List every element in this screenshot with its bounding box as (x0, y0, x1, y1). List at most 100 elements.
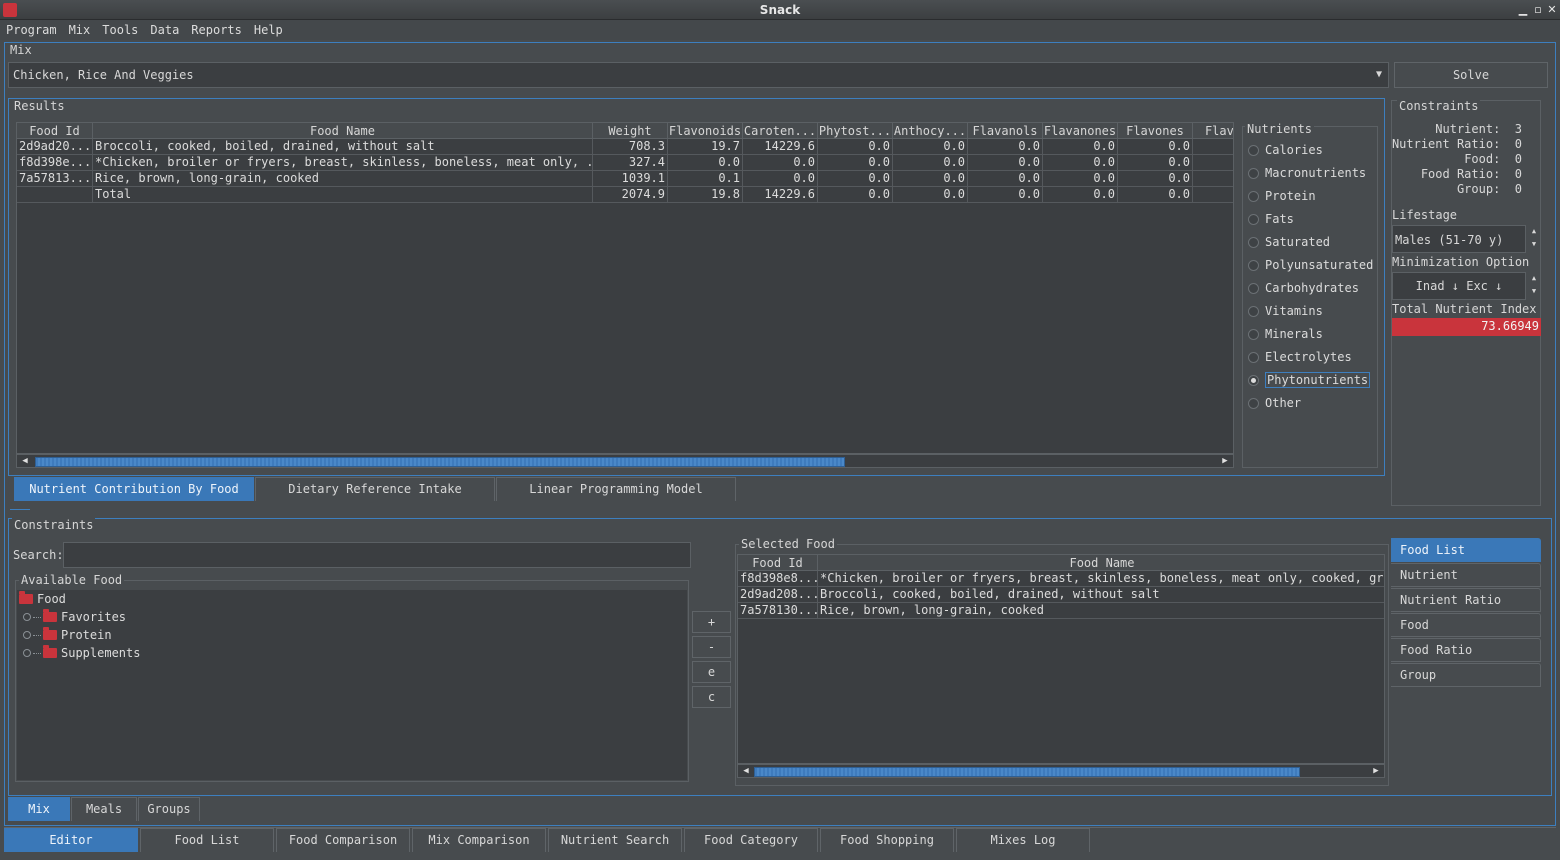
tab-food-comparison[interactable]: Food Comparison (276, 828, 410, 852)
col-flavonols[interactable]: Flavo (1193, 123, 1233, 138)
table-row[interactable]: 2d9ad208... Broccoli, cooked, boiled, dr… (738, 587, 1384, 603)
spin-down-icon[interactable]: ▼ (1527, 238, 1541, 251)
scroll-left-icon[interactable]: ◀ (740, 765, 752, 777)
table-row[interactable]: 7a578130... Rice, brown, long-grain, coo… (738, 603, 1384, 619)
col-phytosterols[interactable]: Phytost... (818, 123, 893, 138)
scroll-thumb[interactable] (754, 767, 1300, 777)
col-food-id[interactable]: Food Id (17, 123, 93, 138)
col-flavanols[interactable]: Flavanols (968, 123, 1043, 138)
spin-up-icon[interactable]: ▲ (1527, 225, 1541, 238)
radio-polyunsaturated[interactable]: Polyunsaturated (1248, 256, 1378, 274)
minimization-select[interactable]: Inad ↓ Exc ↓ (1392, 272, 1526, 300)
col-carotenoids[interactable]: Caroten... (743, 123, 818, 138)
tab-meals[interactable]: Meals (71, 797, 137, 821)
tab-mixes-log[interactable]: Mixes Log (956, 828, 1090, 852)
constraints-label: Constraints (12, 518, 96, 532)
expand-icon[interactable] (23, 613, 31, 621)
table-row-total[interactable]: Total 2074.9 19.8 14229.6 0.0 0.0 0.0 0.… (17, 187, 1233, 203)
tab-mix-comparison[interactable]: Mix Comparison (412, 828, 546, 852)
radio-saturated[interactable]: Saturated (1248, 233, 1378, 251)
tab-groups[interactable]: Groups (138, 797, 200, 821)
radio-electrolytes[interactable]: Electrolytes (1248, 348, 1378, 366)
search-input[interactable] (63, 542, 691, 568)
edit-food-button[interactable]: e (692, 661, 731, 683)
expand-icon[interactable] (23, 649, 31, 657)
vtab-group[interactable]: Group (1391, 663, 1541, 687)
menu-tools[interactable]: Tools (96, 20, 144, 37)
mix-select[interactable]: Chicken, Rice And Veggies ▼ (8, 62, 1389, 88)
tab-food-category[interactable]: Food Category (684, 828, 818, 852)
scroll-thumb[interactable] (35, 457, 845, 467)
results-hscrollbar[interactable]: ◀ ▶ (16, 454, 1234, 468)
window-title: Snack (759, 3, 801, 17)
col-weight[interactable]: Weight (593, 123, 668, 138)
radio-carbohydrates[interactable]: Carbohydrates (1248, 279, 1378, 297)
expand-icon[interactable] (23, 631, 31, 639)
tab-linear-programming-model[interactable]: Linear Programming Model (496, 477, 736, 501)
tree-node-favorites[interactable]: Favorites (23, 608, 126, 626)
scroll-right-icon[interactable]: ▶ (1219, 455, 1231, 467)
menu-program[interactable]: Program (0, 20, 63, 37)
table-row[interactable]: 2d9ad20... Broccoli, cooked, boiled, dra… (17, 139, 1233, 155)
menu-data[interactable]: Data (144, 20, 185, 37)
summary-food-ratio: Food Ratio: 0 (1420, 167, 1522, 181)
col-food-name[interactable]: Food Name (818, 555, 1384, 570)
col-flavanones[interactable]: Flavanones (1043, 123, 1118, 138)
spin-up-icon[interactable]: ▲ (1527, 272, 1541, 285)
col-flavonoids[interactable]: Flavonoids (668, 123, 743, 138)
folder-icon (19, 591, 33, 604)
menu-help[interactable]: Help (248, 20, 289, 37)
close-icon[interactable]: ✕ (1545, 3, 1559, 17)
lifestage-spinner[interactable]: ▲ ▼ (1527, 225, 1541, 253)
tree-node-supplements[interactable]: Supplements (23, 644, 140, 662)
radio-macronutrients[interactable]: Macronutrients (1248, 164, 1378, 182)
radio-minerals[interactable]: Minerals (1248, 325, 1378, 343)
vtab-nutrient[interactable]: Nutrient (1391, 563, 1541, 587)
search-label: Search: (13, 548, 64, 562)
vtab-nutrient-ratio[interactable]: Nutrient Ratio (1391, 588, 1541, 612)
clear-food-button[interactable]: c (692, 686, 731, 708)
spin-down-icon[interactable]: ▼ (1527, 285, 1541, 298)
add-food-button[interactable]: + (692, 611, 731, 633)
col-food-id[interactable]: Food Id (738, 555, 818, 570)
minimize-icon[interactable]: ▁ (1516, 3, 1530, 17)
radio-protein[interactable]: Protein (1248, 187, 1378, 205)
radio-calories[interactable]: Calories (1248, 141, 1378, 159)
table-row[interactable]: 7a57813... Rice, brown, long-grain, cook… (17, 171, 1233, 187)
tree-node-food[interactable]: Food (19, 590, 66, 608)
tab-nutrient-contribution[interactable]: Nutrient Contribution By Food (14, 477, 254, 501)
solve-button[interactable]: Solve (1394, 62, 1548, 88)
radio-phytonutrients[interactable]: Phytonutrients (1248, 371, 1378, 389)
scroll-left-icon[interactable]: ◀ (19, 455, 31, 467)
selected-food-hscrollbar[interactable]: ◀ ▶ (737, 764, 1385, 778)
col-anthocyanidins[interactable]: Anthocy... (893, 123, 968, 138)
remove-food-button[interactable]: - (692, 636, 731, 658)
lifestage-select[interactable]: Males (51-70 y) (1392, 225, 1526, 253)
tab-mix[interactable]: Mix (8, 797, 70, 821)
tab-food-shopping[interactable]: Food Shopping (820, 828, 954, 852)
tree-node-protein[interactable]: Protein (23, 626, 112, 644)
table-row[interactable]: f8d398e8... *Chicken, broiler or fryers,… (738, 571, 1384, 587)
vtab-food-ratio[interactable]: Food Ratio (1391, 638, 1541, 662)
maximize-icon[interactable]: ▫ (1531, 3, 1545, 17)
vtab-food[interactable]: Food (1391, 613, 1541, 637)
radio-fats[interactable]: Fats (1248, 210, 1378, 228)
constraints-summary: Nutrient: 3 Nutrient Ratio: 0 Food: 0 Fo… (1392, 122, 1532, 202)
tab-editor[interactable]: Editor (4, 828, 138, 852)
table-row[interactable]: f8d398e... *Chicken, broiler or fryers, … (17, 155, 1233, 171)
col-flavones[interactable]: Flavones (1118, 123, 1193, 138)
radio-vitamins[interactable]: Vitamins (1248, 302, 1378, 320)
menu-reports[interactable]: Reports (185, 20, 248, 37)
splitter-handle[interactable] (10, 509, 30, 513)
selected-food-header: Food Id Food Name (738, 555, 1384, 571)
tab-nutrient-search[interactable]: Nutrient Search (548, 828, 682, 852)
scroll-right-icon[interactable]: ▶ (1370, 765, 1382, 777)
minimization-spinner[interactable]: ▲ ▼ (1527, 272, 1541, 300)
nutrients-label: Nutrients (1245, 122, 1315, 136)
vtab-food-list[interactable]: Food List (1391, 538, 1541, 562)
col-food-name[interactable]: Food Name (93, 123, 593, 138)
radio-other[interactable]: Other (1248, 394, 1378, 412)
menu-mix[interactable]: Mix (63, 20, 97, 37)
tab-dietary-reference-intake[interactable]: Dietary Reference Intake (255, 477, 495, 501)
tab-food-list[interactable]: Food List (140, 828, 274, 852)
